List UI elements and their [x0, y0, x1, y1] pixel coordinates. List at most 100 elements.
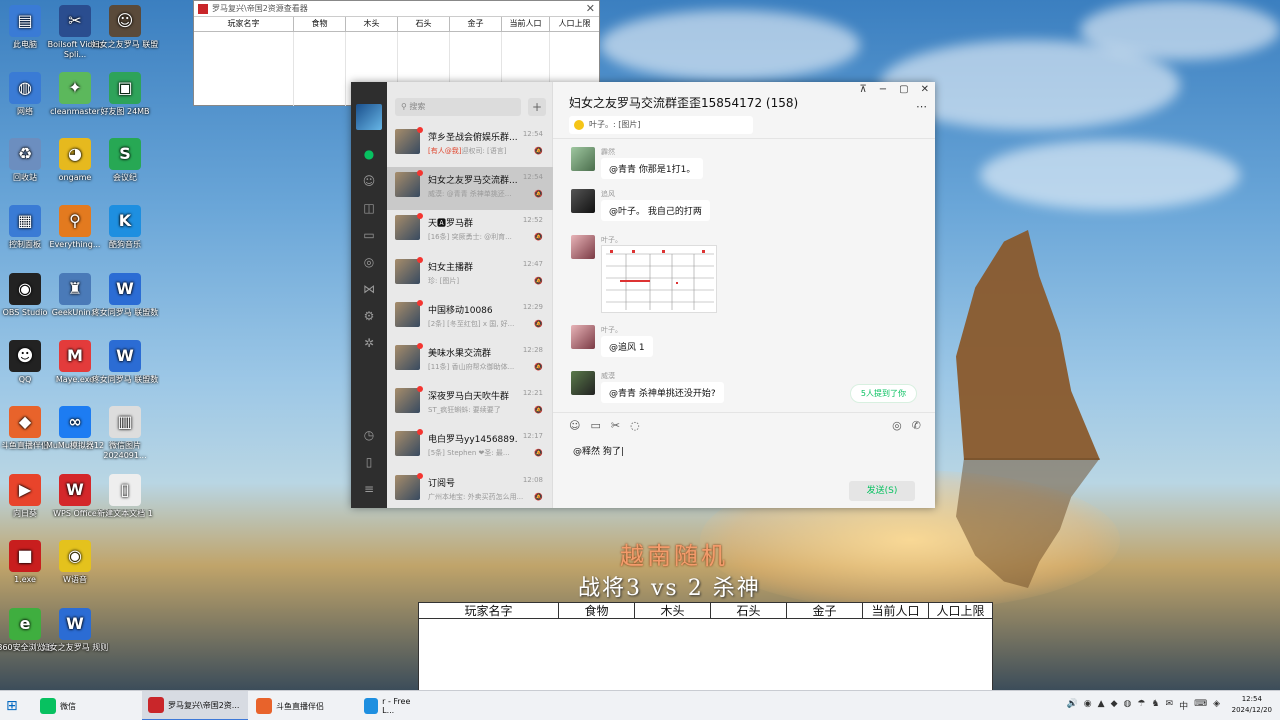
tray-icon[interactable]: ◍ — [1124, 699, 1132, 712]
desktop-icon[interactable]: W 疼女同罗马 联盟数 — [90, 340, 160, 395]
chat-list-item[interactable]: 美味水果交流群 12:28 [11条] 香山府帮众御助体... 🔕 — [387, 340, 553, 383]
message-input[interactable]: @释然 狗了| — [573, 444, 624, 457]
tray-icon[interactable]: ✉ — [1166, 699, 1174, 712]
miniprogram-icon[interactable]: ✲ — [351, 329, 387, 356]
desktop-icon[interactable]: W 疼女同罗马 联盟数 — [90, 273, 160, 328]
avatar[interactable] — [571, 189, 595, 213]
phone-icon[interactable]: ✆ — [912, 419, 921, 432]
mention-notice[interactable]: 5人提到了你 — [849, 384, 917, 403]
taskbar-app[interactable]: r - Free L... — [358, 691, 420, 720]
avatar[interactable] — [571, 325, 595, 349]
tray-icon[interactable]: ◈ — [1213, 699, 1220, 712]
preview-text: 威漠: @青青 杀神单挑还... — [428, 190, 512, 199]
avatar[interactable] — [571, 371, 595, 395]
input-area[interactable]: ☺ ▭ ✂ ◌ ◎ ✆ @释然 狗了| 发送(S) — [553, 412, 935, 508]
taskbar-app[interactable]: 罗马复兴\帝国2资... — [142, 691, 248, 720]
app-icon: ▯ — [109, 474, 141, 506]
resource-viewer-titlebar[interactable]: 罗马复兴\帝国2资源查看器 ✕ — [194, 1, 599, 17]
app-icon — [364, 698, 379, 714]
desktop-icon[interactable]: ▥ 微信图片 2024091... — [90, 406, 160, 461]
close-icon[interactable]: ✕ — [586, 2, 595, 15]
mobile-icon[interactable]: ▯ — [351, 448, 387, 475]
message-bubble[interactable]: @追风 1 — [601, 336, 653, 357]
chat-list-item[interactable]: 萍乡圣战会俯娱乐群... 12:54 [有人@我]迎权司: [语言] 🔕 — [387, 124, 553, 167]
chat-list-item[interactable]: 妇女之友罗马交流群... 12:54 威漠: @青青 杀神单挑还... 🔕 — [387, 167, 553, 211]
chat-icon[interactable]: ● — [351, 140, 387, 167]
chat-list-item[interactable]: 天🅰罗马群 12:52 [16条] 突厥勇士: @利育... 🔕 — [387, 210, 553, 253]
overlay-table-header: 玩家名字 食物 木头 石头 金子 当前人口 人口上限 — [419, 603, 992, 619]
tray-icon[interactable]: ◆ — [1111, 699, 1118, 712]
message-bubble[interactable]: @叶子。 我自己的打两 — [601, 200, 710, 221]
app-icon: S — [109, 138, 141, 170]
app-icon: W — [109, 340, 141, 372]
chat-preview: 珍: [图片] — [428, 276, 528, 286]
pinned-message[interactable]: 叶子。: [图片] — [569, 116, 753, 134]
start-button[interactable]: ⊞ — [0, 691, 34, 720]
emoji-icon[interactable]: ☺ — [569, 419, 580, 432]
taskbar-app[interactable]: 斗鱼直播伴侣 — [250, 691, 356, 720]
message-bubble[interactable]: @青青 你那是1打1。 — [601, 158, 704, 179]
chat-list-item[interactable]: 电白罗马yy1456889... 12:17 [5条] Stephen ❤圣: 最.… — [387, 426, 553, 469]
contacts-icon[interactable]: ☺ — [351, 167, 387, 194]
scissors-icon[interactable]: ✂ — [611, 419, 620, 432]
send-button[interactable]: 发送(S) — [849, 481, 915, 501]
taskbar-app[interactable]: 微信 — [34, 691, 140, 720]
col-header: 人口上限 — [936, 604, 985, 618]
app-icon — [148, 697, 164, 713]
channels-icon[interactable]: ⋈ — [351, 275, 387, 302]
tray-icon[interactable]: ♞ — [1151, 699, 1159, 712]
desktop-icon[interactable]: K 酷狗音乐 — [90, 205, 160, 260]
chat-list-item[interactable]: 中国移动10086 12:29 [2条] [冬至红包] x 国, 好... 🔕 — [387, 297, 553, 340]
taskbar-app-label: r - Free L... — [382, 697, 411, 715]
avatar[interactable] — [356, 104, 382, 130]
close-icon[interactable]: ✕ — [921, 84, 929, 95]
minimize-icon[interactable]: − — [879, 84, 887, 95]
system-tray: 🔊 ◉ ▲ ◆ ◍ ☂ ♞ ✉ 中 ⌨ ◈ — [1067, 699, 1220, 712]
desktop-icon[interactable]: ☺ 妇女之友罗马 联盟 — [90, 5, 160, 60]
app-icon: ▶ — [9, 474, 41, 506]
menu-icon[interactable]: ≡ — [351, 475, 387, 502]
chat-name: 电白罗马yy1456889... — [428, 435, 518, 446]
avatar[interactable] — [571, 235, 595, 259]
tray-icon[interactable]: 🔊 — [1067, 699, 1078, 712]
tray-icon[interactable]: 中 — [1179, 699, 1188, 712]
desktop-icon-label: 新建文本文档 1 — [97, 509, 153, 518]
more-icon[interactable]: ⋯ — [916, 100, 927, 113]
clock[interactable]: 12:54 2024/12/20 — [1232, 694, 1272, 716]
tray-icon[interactable]: ⌨ — [1194, 699, 1207, 712]
message-bubble[interactable]: @青青 杀神单挑还没开始? — [601, 382, 724, 403]
desktop-icon-label: 疼女同罗马 联盟数 — [91, 308, 159, 317]
desktop-icon[interactable]: W 妇女之友罗马 规则 — [40, 608, 110, 663]
desktop-icon[interactable]: S 会议纪 — [90, 138, 160, 193]
desktop-icon[interactable]: ▣ 好友图 24MB — [90, 72, 160, 127]
unread-dot — [417, 127, 423, 133]
add-button[interactable]: + — [528, 98, 546, 116]
chat-name: 中国移动10086 — [428, 305, 493, 316]
tray-icon[interactable]: ◉ — [1084, 699, 1092, 712]
search-input[interactable]: ⚲ 搜索 — [395, 98, 521, 116]
chat-list-item[interactable]: 订阅号 12:08 广州本地宝: 外卖买药怎么用... 🔕 — [387, 470, 553, 513]
pin-icon[interactable]: ⊼ — [859, 84, 866, 95]
live-icon[interactable]: ◎ — [892, 419, 902, 432]
wechat-window[interactable]: ● ☺ ◫ ▭ ◎ ⋈ ⚙ ✲ ◷ ▯ ≡ ⚲ 搜索 + 萍乡圣战会俯娱乐群..… — [351, 82, 935, 508]
favorites-icon[interactable]: ◫ — [351, 194, 387, 221]
taskbar: ⊞ 微信 罗马复兴\帝国2资... 斗鱼直播伴侣 r - Free L... 🔊 ◉ ▲ ◆… — [0, 690, 1280, 720]
tray-icon[interactable]: ▲ — [1098, 699, 1105, 712]
desktop-icon[interactable]: ▯ 新建文本文档 1 — [90, 474, 160, 529]
chat-bubble-icon[interactable]: ◌ — [630, 419, 640, 432]
unread-dot — [417, 386, 423, 393]
phone-icon[interactable]: ◷ — [351, 421, 387, 448]
moments-icon[interactable]: ◎ — [351, 248, 387, 275]
chat-time: 12:54 — [522, 130, 543, 138]
folder-icon[interactable]: ▭ — [590, 419, 600, 432]
desktop-icon-label: 酷狗音乐 — [109, 240, 141, 249]
image-message[interactable] — [601, 245, 717, 313]
maximize-icon[interactable]: ▢ — [899, 84, 908, 95]
avatar[interactable] — [571, 147, 595, 171]
files-icon[interactable]: ▭ — [351, 221, 387, 248]
tray-icon[interactable]: ☂ — [1137, 699, 1145, 712]
search-icon[interactable]: ⚙ — [351, 302, 387, 329]
desktop-icon[interactable]: ◉ W语音 — [40, 540, 110, 595]
chat-list-item[interactable]: 妇女主播群 12:47 珍: [图片] 🔕 — [387, 254, 553, 297]
chat-list-item[interactable]: 深夜罗马白天吹牛群 12:21 ST_疯狂蝌蚪: 要续要了 🔕 — [387, 383, 553, 426]
